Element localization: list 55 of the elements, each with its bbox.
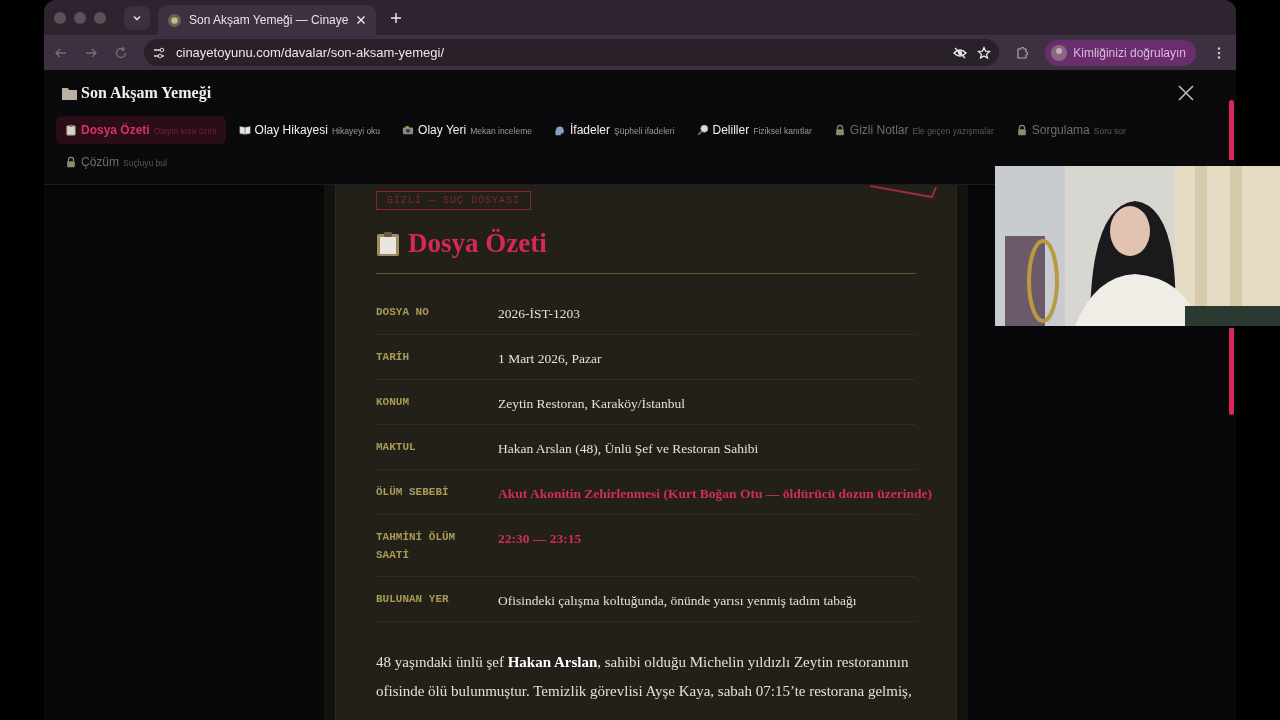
scrollbar-thumb[interactable]	[1229, 100, 1234, 160]
window-minimize-button[interactable]	[74, 11, 86, 24]
stamp-corner-drawing	[870, 185, 940, 199]
close-icon[interactable]	[1178, 85, 1194, 101]
field-value: Ofisindeki çalışma koltuğunda, önünde yarısı yenmiş tadım tabağı	[498, 592, 858, 609]
lock-icon	[65, 156, 77, 168]
summary-paragraph: 48 yaşındaki ünlü şef Hakan Arslan, sahibi olduğu Michelin yıldızlı Zeytin restoranının ofisinde ölü bulunmuştur. Temizlik görevlisi Ayşe Kaya, sabah 07:15’te restorana gelmiş,	[376, 653, 913, 701]
card-title: Dosya Özeti	[408, 228, 547, 259]
avatar-icon	[1051, 44, 1068, 61]
field-label: ÖLÜM SEBEBİ	[376, 485, 450, 500]
field-value: Zeytin Restoran, Karaköy/İstanbul	[498, 395, 687, 412]
reload-icon[interactable]	[114, 45, 128, 60]
field-value: 2026-İST-1203	[498, 305, 581, 322]
camera-icon	[402, 124, 415, 136]
dialog-title: Son Akşam Yemeği	[81, 84, 212, 102]
new-tab-icon[interactable]	[390, 11, 403, 24]
window-close-button[interactable]	[54, 11, 66, 24]
star-icon[interactable]	[977, 45, 992, 60]
tab-list-button[interactable]	[124, 5, 150, 30]
clipboard-icon	[376, 230, 400, 257]
field-label: BULUNAN YER	[376, 592, 450, 607]
puzzle-icon[interactable]	[1015, 45, 1030, 60]
address-bar[interactable]: cinayetoyunu.com/davalar/son-aksam-yemegi/	[144, 39, 1000, 66]
field-label: DOSYA NO	[376, 305, 430, 320]
book-icon	[238, 124, 251, 136]
scrollbar-thumb[interactable]	[1229, 328, 1234, 415]
field-label: TARİH	[376, 350, 410, 365]
nav-tab[interactable]: Olay Yeri Mekan inceleme	[393, 116, 541, 144]
nav-tab[interactable]: Gizli Notlar Ele geçen yazışmalar	[824, 116, 1003, 144]
close-tab-icon[interactable]	[356, 15, 367, 25]
site-settings-icon[interactable]	[152, 45, 166, 60]
window-maximize-button[interactable]	[94, 11, 106, 24]
field-value: 22:30 — 23:15	[498, 530, 583, 548]
browser-tab[interactable]: Son Akşam Yemeği — Cinaye	[158, 5, 377, 35]
folder-icon	[62, 86, 77, 100]
speaking-head-icon	[554, 124, 566, 136]
stamp-label: GİZLİ — SUÇ DOSYASI	[376, 191, 532, 210]
clipboard-icon	[65, 124, 77, 136]
field-value: Hakan Arslan (48), Ünlü Şef ve Restoran Sahibi	[498, 440, 760, 457]
nav-tab[interactable]: Sorgulama Soru sor	[1006, 116, 1135, 144]
nav-tab[interactable]: Olay Hikayesi Hikayeyi oku	[229, 116, 390, 144]
eye-slash-icon[interactable]	[953, 45, 968, 60]
profile-button[interactable]: Kimliğinizi doğrulayın	[1045, 39, 1196, 66]
nav-tab[interactable]: Çözüm Suçluyu bul	[56, 148, 176, 176]
field-label: KONUM	[376, 395, 410, 410]
field-label: TAHMİNİ ÖLÜM SAATİ	[376, 530, 457, 563]
field-value: 1 Mart 2026, Pazar	[498, 350, 603, 367]
field-label: MAKTUL	[376, 440, 417, 455]
favicon-icon	[168, 13, 181, 27]
lock-icon	[833, 124, 846, 136]
nav-tab[interactable]: İfadeler Şüpheli ifadeleri	[545, 116, 684, 144]
magnifier-icon	[696, 124, 709, 136]
lock-icon	[1015, 124, 1028, 136]
field-value: Akut Akonitin Zehirlenmesi (Kurt Boğan Otu — öldürücü dozun üzerinde)	[498, 485, 932, 502]
nav-tab[interactable]: Deliller Fiziksel kanıtlar	[687, 116, 821, 144]
